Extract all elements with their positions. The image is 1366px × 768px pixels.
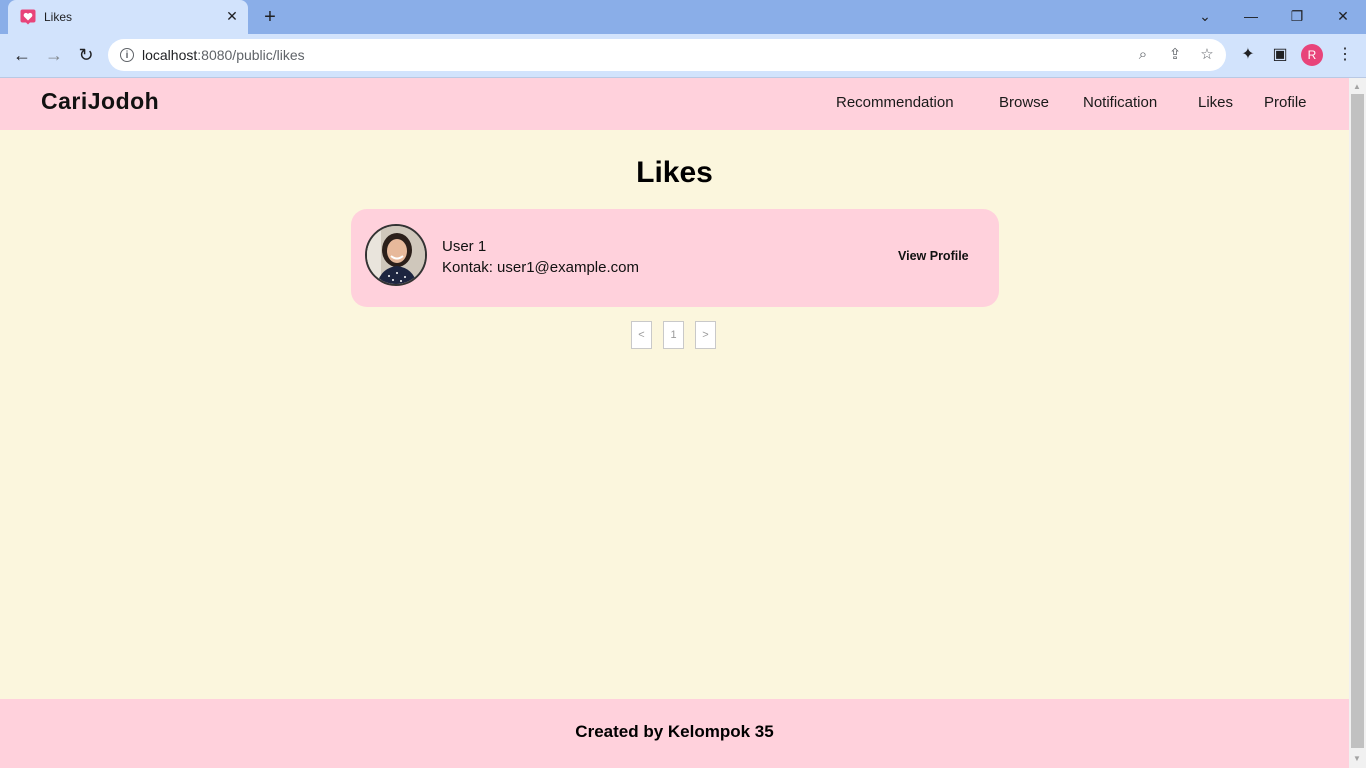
- site-logo[interactable]: CariJodoh: [41, 88, 159, 115]
- tab-title: Likes: [44, 10, 73, 24]
- view-profile-button[interactable]: View Profile: [898, 249, 969, 263]
- close-window-button[interactable]: ✕: [1331, 6, 1355, 26]
- page-title: Likes: [636, 156, 713, 189]
- scroll-down-arrow-icon[interactable]: ▼: [1353, 754, 1361, 763]
- site-footer: Created by Kelompok 35: [0, 699, 1349, 768]
- scroll-up-arrow-icon[interactable]: ▲: [1353, 82, 1361, 91]
- page-scrollbar[interactable]: ▲ ▼: [1349, 78, 1366, 768]
- user-contact: Kontak: user1@example.com: [442, 259, 639, 276]
- forward-arrow-icon[interactable]: →: [41, 42, 67, 68]
- nav-browse[interactable]: Browse: [999, 94, 1049, 111]
- pagination-prev-button[interactable]: <: [631, 321, 652, 349]
- nav-likes[interactable]: Likes: [1198, 94, 1233, 111]
- liked-user-card: User 1 Kontak: user1@example.com View Pr…: [351, 209, 999, 307]
- footer-credit: Created by Kelompok 35: [575, 722, 774, 741]
- url-path: :8080/public/likes: [197, 47, 305, 63]
- pagination-page-1[interactable]: 1: [663, 321, 684, 349]
- nav-notification[interactable]: Notification: [1083, 94, 1157, 111]
- user-name: User 1: [442, 238, 487, 255]
- tab-close-icon[interactable]: ✕: [224, 8, 240, 24]
- side-panel-icon[interactable]: ▣: [1269, 44, 1291, 66]
- bookmark-star-icon[interactable]: ☆: [1197, 45, 1217, 65]
- address-bar[interactable]: i localhost:8080/public/likes ⌕ ⇪ ☆: [108, 39, 1226, 71]
- share-icon[interactable]: ⇪: [1165, 45, 1185, 65]
- zoom-icon[interactable]: ⌕: [1133, 45, 1153, 65]
- new-tab-button[interactable]: +: [258, 5, 282, 29]
- browser-toolbar: ← → ↻ i localhost:8080/public/likes ⌕ ⇪ …: [0, 34, 1366, 78]
- site-header: CariJodoh Recommendation Browse Notifica…: [0, 78, 1349, 130]
- profile-avatar[interactable]: R: [1301, 44, 1323, 66]
- browser-tab-bar: Likes ✕ + ⌄ — ❐ ✕: [0, 0, 1366, 34]
- extensions-puzzle-icon[interactable]: ✦: [1237, 44, 1259, 66]
- heart-favicon-icon: [20, 9, 36, 25]
- user-avatar: [365, 224, 427, 286]
- back-arrow-icon[interactable]: ←: [9, 42, 35, 68]
- browser-tab-likes[interactable]: Likes ✕: [8, 0, 248, 34]
- tab-search-chevron-icon[interactable]: ⌄: [1193, 6, 1217, 26]
- url-host: localhost: [142, 47, 198, 63]
- reload-icon[interactable]: ↻: [73, 42, 99, 68]
- restore-button[interactable]: ❐: [1285, 6, 1309, 26]
- nav-recommendation[interactable]: Recommendation: [836, 94, 954, 111]
- browser-menu-icon[interactable]: ⋮: [1334, 44, 1356, 66]
- nav-profile[interactable]: Profile: [1264, 94, 1307, 111]
- page-viewport: CariJodoh Recommendation Browse Notifica…: [0, 78, 1349, 768]
- pagination-next-button[interactable]: >: [695, 321, 716, 349]
- url-text[interactable]: localhost:8080/public/likes: [142, 47, 305, 63]
- site-info-icon[interactable]: i: [120, 48, 134, 62]
- minimize-button[interactable]: —: [1239, 6, 1263, 26]
- scrollbar-thumb[interactable]: [1351, 94, 1364, 748]
